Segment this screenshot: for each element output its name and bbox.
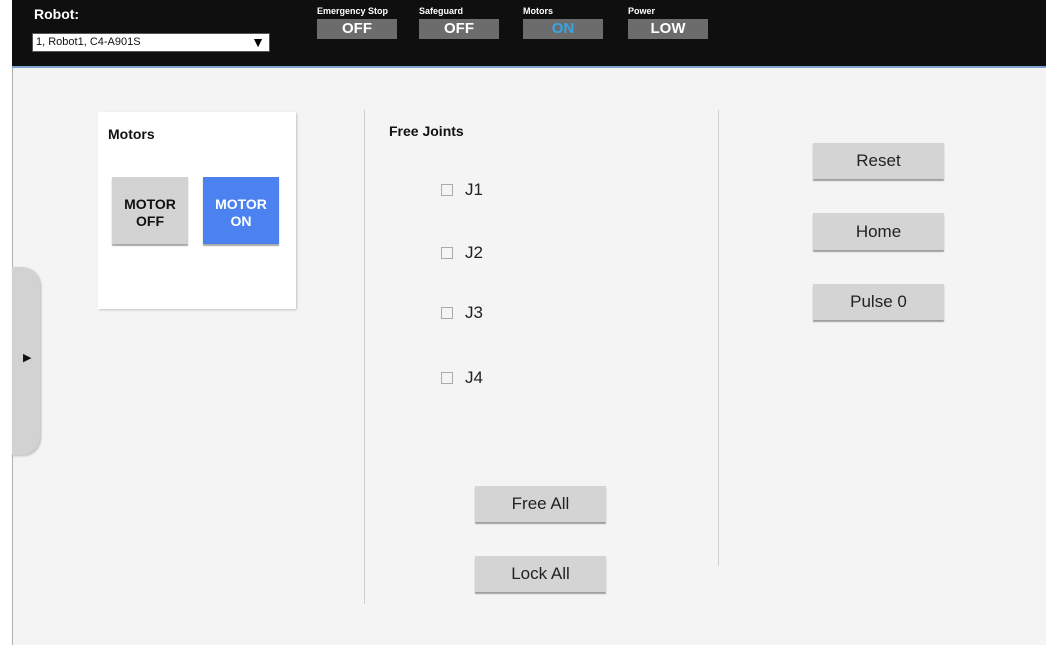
free-all-button[interactable]: Free All xyxy=(475,486,606,522)
joint-j2[interactable]: J2 xyxy=(441,243,483,263)
motors-panel: Motors MOTOR OFF MOTOR ON xyxy=(98,112,296,309)
button-label: OFF xyxy=(136,213,164,229)
reset-button[interactable]: Reset xyxy=(813,143,944,179)
status-label: Power xyxy=(628,6,656,16)
lock-all-button[interactable]: Lock All xyxy=(475,556,606,592)
motors-title: Motors xyxy=(108,126,155,142)
status-safeguard: Safeguard OFF xyxy=(419,4,499,39)
robot-label: Robot: xyxy=(34,6,80,22)
pulse-0-button[interactable]: Pulse 0 xyxy=(813,284,944,320)
joint-checkbox[interactable] xyxy=(441,247,453,259)
robot-select[interactable]: 1, Robot1, C4-A901S ▼ xyxy=(32,33,270,52)
status-label: Motors xyxy=(523,6,553,16)
motor-off-button[interactable]: MOTOR OFF xyxy=(112,177,188,244)
divider xyxy=(364,110,365,604)
status-value: LOW xyxy=(628,19,708,39)
divider xyxy=(718,110,719,566)
button-label: ON xyxy=(230,213,252,229)
joint-checkbox[interactable] xyxy=(441,184,453,196)
joint-checkbox[interactable] xyxy=(441,372,453,384)
button-label: MOTOR xyxy=(215,196,267,212)
joint-label: J1 xyxy=(465,180,483,199)
joint-j1[interactable]: J1 xyxy=(441,180,483,200)
joint-label: J2 xyxy=(465,243,483,262)
joint-checkbox[interactable] xyxy=(441,307,453,319)
free-joints-title: Free Joints xyxy=(389,123,464,139)
status-label: Emergency Stop xyxy=(317,6,389,16)
joint-label: J4 xyxy=(465,368,483,387)
status-emergency-stop: Emergency Stop OFF xyxy=(317,4,397,39)
status-motors: Motors ON xyxy=(523,4,603,39)
side-panel-toggle[interactable]: ▶ xyxy=(12,267,40,455)
status-label: Safeguard xyxy=(419,6,464,16)
joint-j3[interactable]: J3 xyxy=(441,303,483,323)
joint-label: J3 xyxy=(465,303,483,322)
status-power: Power LOW xyxy=(628,4,708,39)
button-label: MOTOR xyxy=(124,196,176,212)
joint-j4[interactable]: J4 xyxy=(441,368,483,388)
triangle-right-icon: ▶ xyxy=(23,352,32,364)
status-bar: Robot: 1, Robot1, C4-A901S ▼ Emergency S… xyxy=(12,0,1046,68)
home-button[interactable]: Home xyxy=(813,213,944,250)
status-value: OFF xyxy=(317,19,397,39)
status-value: OFF xyxy=(419,19,499,39)
robot-select-value: 1, Robot1, C4-A901S xyxy=(36,36,141,48)
motor-on-button[interactable]: MOTOR ON xyxy=(203,177,279,244)
dropdown-arrow-icon[interactable]: ▼ xyxy=(251,34,265,51)
status-value: ON xyxy=(523,19,603,39)
